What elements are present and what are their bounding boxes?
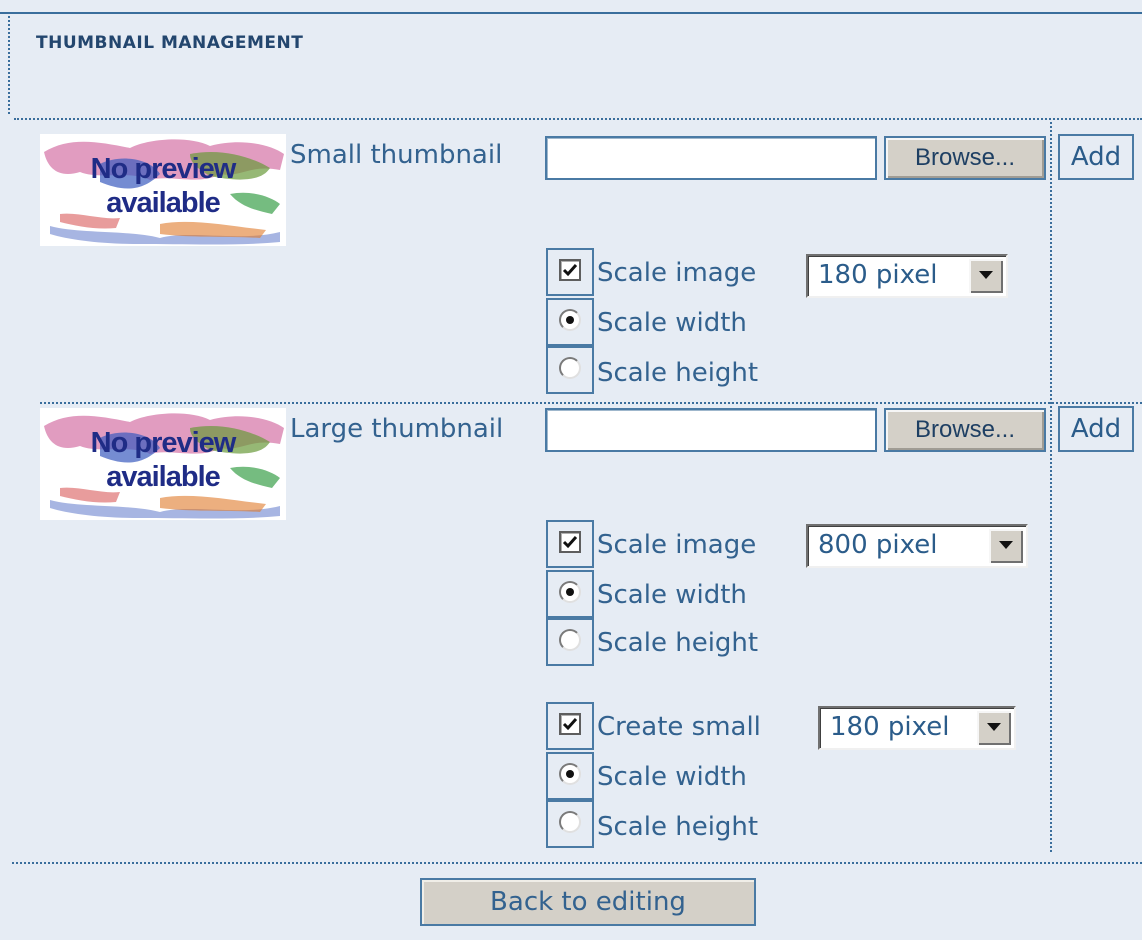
checkmark-icon [562, 718, 578, 731]
back-to-editing-button[interactable]: Back to editing [420, 878, 756, 926]
create-small-select[interactable]: 180 pixel [818, 706, 1016, 750]
large-scale-image-select[interactable]: 800 pixel [806, 524, 1028, 568]
create-small-scale-height-label: Scale height [597, 812, 759, 842]
chevron-down-icon [999, 541, 1013, 549]
chevron-down-icon [979, 271, 993, 279]
divider-bottom [12, 862, 1142, 864]
checkbox-checked[interactable] [559, 531, 581, 553]
small-scale-height-label: Scale height [597, 358, 759, 388]
small-thumbnail-label: Small thumbnail [290, 140, 503, 170]
large-scale-height-label: Scale height [597, 628, 759, 658]
checkbox-checked[interactable] [559, 713, 581, 735]
small-add-button[interactable]: Add [1058, 134, 1134, 180]
large-scale-width-label: Scale width [597, 580, 747, 610]
radio-unselected[interactable] [559, 811, 581, 833]
radio-unselected[interactable] [559, 357, 581, 379]
select-value: 180 pixel [830, 712, 950, 742]
create-small-label: Create small [597, 712, 761, 742]
select-value: 180 pixel [818, 260, 938, 290]
create-small-checkbox[interactable] [546, 702, 594, 750]
left-dotted-border [8, 16, 10, 114]
radio-unselected[interactable] [559, 629, 581, 651]
create-small-scale-height-radio[interactable] [546, 800, 594, 848]
small-scale-image-select[interactable]: 180 pixel [806, 254, 1008, 298]
large-preview-image: No preview available [40, 408, 286, 520]
preview-text-line1: No preview [90, 153, 237, 185]
large-scale-width-radio[interactable] [546, 570, 594, 618]
large-thumbnail-label: Large thumbnail [290, 414, 504, 444]
large-scale-image-checkbox[interactable] [546, 520, 594, 568]
small-scale-width-label: Scale width [597, 308, 747, 338]
large-add-button[interactable]: Add [1058, 406, 1134, 452]
dropdown-arrow[interactable] [977, 711, 1011, 745]
small-scale-height-radio[interactable] [546, 346, 594, 394]
small-scale-image-checkbox[interactable] [546, 248, 594, 296]
large-scale-height-radio[interactable] [546, 618, 594, 666]
dropdown-arrow[interactable] [969, 259, 1003, 293]
large-scale-image-label: Scale image [597, 530, 757, 560]
create-small-scale-width-radio[interactable] [546, 752, 594, 800]
create-small-scale-width-label: Scale width [597, 762, 747, 792]
dropdown-arrow[interactable] [989, 529, 1023, 563]
checkmark-icon [562, 536, 578, 549]
large-browse-button[interactable]: Browse... [884, 408, 1046, 452]
preview-text-line2: available [106, 461, 221, 493]
chevron-down-icon [987, 723, 1001, 731]
divider-top [14, 118, 1142, 120]
top-border [0, 12, 1142, 14]
small-preview-image: No preview available [40, 134, 286, 246]
preview-text-line2: available [106, 187, 221, 219]
select-value: 800 pixel [818, 530, 938, 560]
small-scale-width-radio[interactable] [546, 298, 594, 346]
radio-selected[interactable] [559, 581, 581, 603]
checkbox-checked[interactable] [559, 259, 581, 281]
radio-selected[interactable] [559, 763, 581, 785]
small-thumbnail-file-input[interactable] [545, 136, 877, 180]
section-title: THUMBNAIL MANAGEMENT [36, 33, 304, 53]
divider-middle [40, 402, 1142, 404]
add-column-divider [1050, 122, 1052, 852]
checkmark-icon [562, 264, 578, 277]
small-browse-button[interactable]: Browse... [884, 136, 1046, 180]
large-thumbnail-file-input[interactable] [545, 408, 877, 452]
preview-text-line1: No preview [90, 427, 237, 459]
radio-selected[interactable] [559, 309, 581, 331]
thumbnail-management-panel: THUMBNAIL MANAGEMENT No preview availabl… [0, 0, 1142, 940]
small-scale-image-label: Scale image [597, 258, 757, 288]
